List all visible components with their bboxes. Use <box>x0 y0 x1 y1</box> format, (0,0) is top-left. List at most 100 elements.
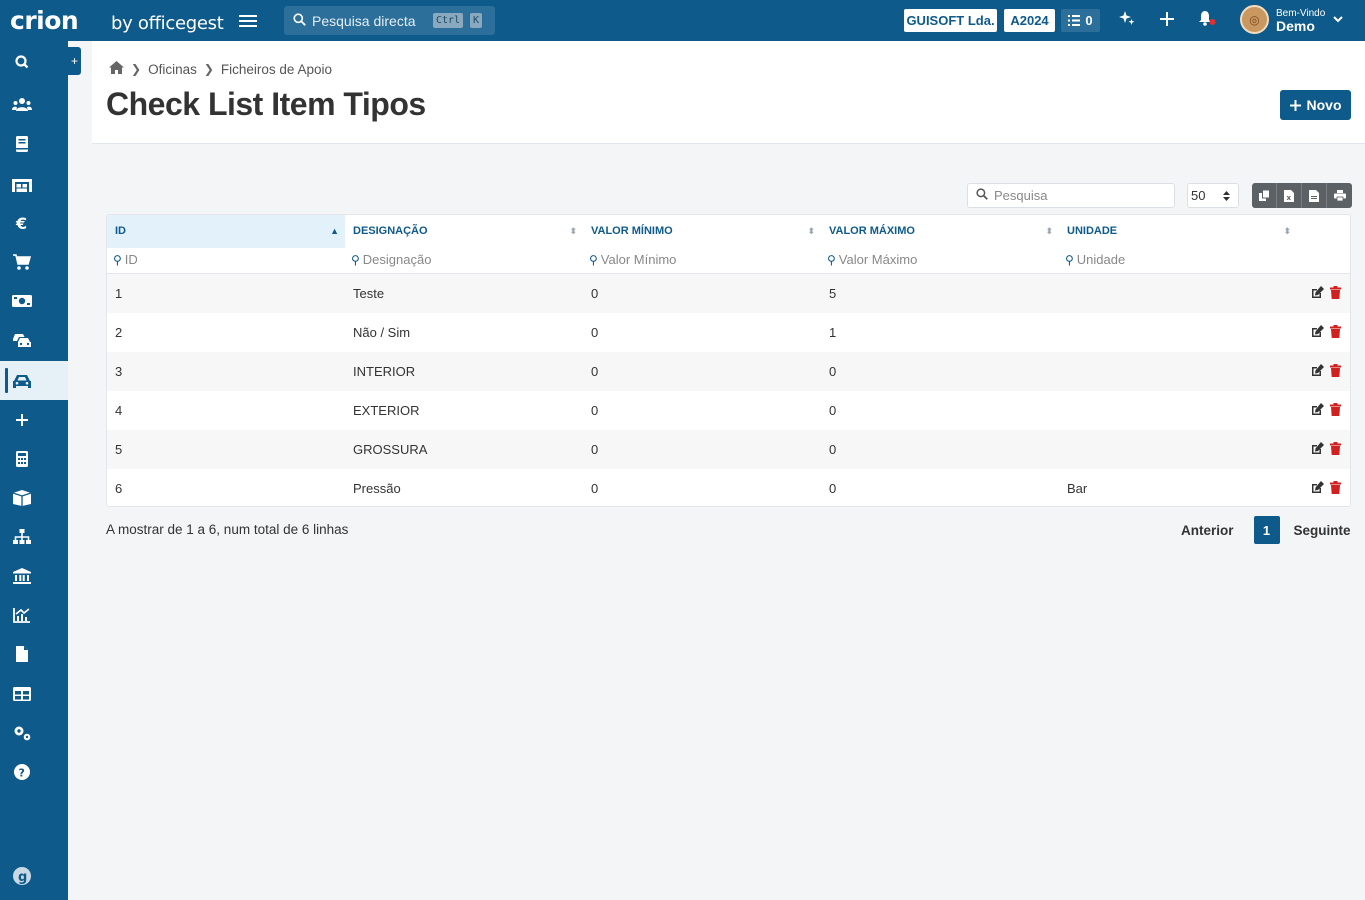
page-size-select[interactable]: 50 <box>1187 183 1239 208</box>
table-icon <box>13 686 31 701</box>
delete-icon[interactable] <box>1330 325 1341 338</box>
tasks-badge[interactable]: 0 <box>1061 9 1100 32</box>
add-icon[interactable] <box>1157 10 1177 30</box>
table-row[interactable]: 6 Pressão 0 0 Bar <box>107 469 1350 506</box>
sidebar-item-bank[interactable] <box>0 556 68 595</box>
ai-sparkle-icon[interactable] <box>1117 10 1137 30</box>
logo[interactable]: crion by officegest <box>10 6 224 35</box>
sidebar-item-structure[interactable] <box>0 517 68 556</box>
delete-icon[interactable] <box>1330 442 1341 455</box>
sidebar-item-search[interactable] <box>0 42 68 81</box>
pagination-page[interactable]: 1 <box>1253 516 1280 544</box>
delete-icon[interactable] <box>1330 403 1341 416</box>
edit-icon[interactable] <box>1311 286 1324 299</box>
tasks-count: 0 <box>1085 13 1093 28</box>
sidebar-item-payments[interactable] <box>0 281 68 320</box>
sidebar-item-vehicles[interactable] <box>0 320 68 359</box>
sidebar-item-book[interactable] <box>0 124 68 163</box>
cell-unidade: Bar <box>1067 481 1088 496</box>
edit-icon[interactable] <box>1311 325 1324 338</box>
sidebar: € ? g <box>0 41 68 900</box>
bank-icon <box>13 567 31 584</box>
sidebar-item-inventory[interactable] <box>0 164 68 203</box>
home-icon[interactable] <box>109 61 124 77</box>
sidebar-item-stock[interactable] <box>0 478 68 517</box>
edit-icon[interactable] <box>1311 442 1324 455</box>
global-search[interactable]: Pesquisa directa Ctrl K <box>284 6 495 35</box>
filter-id-input[interactable]: ⚲ ID <box>107 248 345 274</box>
edit-icon[interactable] <box>1311 403 1324 416</box>
filter-valor-minimo-input[interactable]: ⚲ Valor Mínimo <box>583 248 821 274</box>
new-button[interactable]: Novo <box>1280 90 1351 120</box>
sidebar-item-documents[interactable] <box>0 634 68 673</box>
sidebar-item-reports[interactable] <box>0 595 68 634</box>
cell-valor-minimo: 0 <box>591 403 599 418</box>
table-row[interactable]: 5 GROSSURA 0 0 <box>107 430 1350 469</box>
svg-text:?: ? <box>19 766 25 779</box>
book-icon <box>16 135 28 152</box>
pagination-next[interactable]: Seguinte <box>1294 523 1351 538</box>
cell-designacao: INTERIOR <box>353 364 416 379</box>
sidebar-collapse-toggle[interactable]: + <box>68 47 81 75</box>
table-row[interactable]: 4 EXTERIOR 0 0 <box>107 391 1350 430</box>
delete-icon[interactable] <box>1330 364 1341 377</box>
sidebar-item-users[interactable] <box>0 85 68 124</box>
sidebar-item-add[interactable] <box>0 400 68 439</box>
table-search-placeholder: Pesquisa <box>994 188 1048 203</box>
column-header-valor-minimo[interactable]: VALOR MÍNIMO ⬍ <box>583 215 821 248</box>
breadcrumb-ficheiros-de-apoio[interactable]: Ficheiros de Apoio <box>221 62 332 77</box>
filter-designacao-input[interactable]: ⚲ Designação <box>345 248 583 274</box>
user-menu[interactable]: ◎ Bem-Vindo Demo <box>1240 5 1344 34</box>
sidebar-item-help[interactable]: ? <box>0 752 68 791</box>
new-button-label: Novo <box>1306 97 1342 113</box>
copy-icon[interactable] <box>1252 183 1277 208</box>
users-icon <box>12 97 32 111</box>
column-header-id[interactable]: ID ▲ <box>107 215 345 248</box>
bell-icon[interactable] <box>1197 10 1217 31</box>
excel-icon[interactable]: x <box>1277 183 1302 208</box>
cell-valor-maximo: 0 <box>829 364 837 379</box>
sidebar-item-settings[interactable] <box>0 713 68 752</box>
delete-icon[interactable] <box>1330 286 1341 299</box>
euro-icon: € <box>15 214 27 232</box>
edit-icon[interactable] <box>1311 481 1324 494</box>
user-name: Demo <box>1276 17 1315 34</box>
sort-icon: ⬍ <box>807 226 815 236</box>
filter-unidade-input[interactable]: ⚲ Unidade <box>1059 248 1297 274</box>
search-icon <box>976 188 988 203</box>
sidebar-item-finance[interactable]: € <box>0 203 68 242</box>
table-search-input[interactable]: Pesquisa <box>967 183 1175 208</box>
csv-file-icon[interactable] <box>1302 183 1327 208</box>
warehouse-icon <box>12 178 32 192</box>
sidebar-item-calculator[interactable] <box>0 439 68 478</box>
menu-toggle-icon[interactable] <box>239 12 257 29</box>
avatar: ◎ <box>1240 5 1269 34</box>
data-table: ID ▲ DESIGNAÇÃO ⬍ VALOR MÍNIMO ⬍ VALOR M… <box>106 214 1351 507</box>
help-icon: ? <box>14 763 30 780</box>
sidebar-item-sales[interactable] <box>0 242 68 281</box>
sidebar-item-tables[interactable] <box>0 674 68 713</box>
column-header-valor-maximo[interactable]: VALOR MÁXIMO ⬍ <box>821 215 1059 248</box>
pagination-prev[interactable]: Anterior <box>1181 523 1234 538</box>
edit-icon[interactable] <box>1311 364 1324 377</box>
company-badge[interactable]: GUISOFT Lda. <box>904 9 997 32</box>
filter-valor-maximo-input[interactable]: ⚲ Valor Máximo <box>821 248 1059 274</box>
column-header-designacao[interactable]: DESIGNAÇÃO ⬍ <box>345 215 583 248</box>
calculator-icon <box>16 450 28 467</box>
sidebar-item-workshop[interactable] <box>0 361 68 400</box>
breadcrumb-oficinas[interactable]: Oficinas <box>148 62 197 77</box>
table-row[interactable]: 2 Não / Sim 0 1 <box>107 313 1350 352</box>
delete-icon[interactable] <box>1330 481 1341 494</box>
cell-id: 3 <box>115 364 123 379</box>
search-icon: ⚲ <box>1065 253 1074 267</box>
print-icon[interactable] <box>1327 183 1352 208</box>
column-header-unidade[interactable]: UNIDADE ⬍ <box>1059 215 1297 248</box>
table-row[interactable]: 1 Teste 0 5 <box>107 274 1350 313</box>
year-badge[interactable]: A2024 <box>1004 9 1055 32</box>
kbd-k: K <box>470 13 483 28</box>
table-row[interactable]: 3 INTERIOR 0 0 <box>107 352 1350 391</box>
sidebar-item-g[interactable]: g <box>0 856 68 895</box>
filter-row: ⚲ ID ⚲ Designação ⚲ Valor Mínimo ⚲ Valor Máx… <box>107 248 1350 274</box>
chevron-right-icon: ❯ <box>131 62 142 76</box>
cell-valor-minimo: 0 <box>591 442 599 457</box>
